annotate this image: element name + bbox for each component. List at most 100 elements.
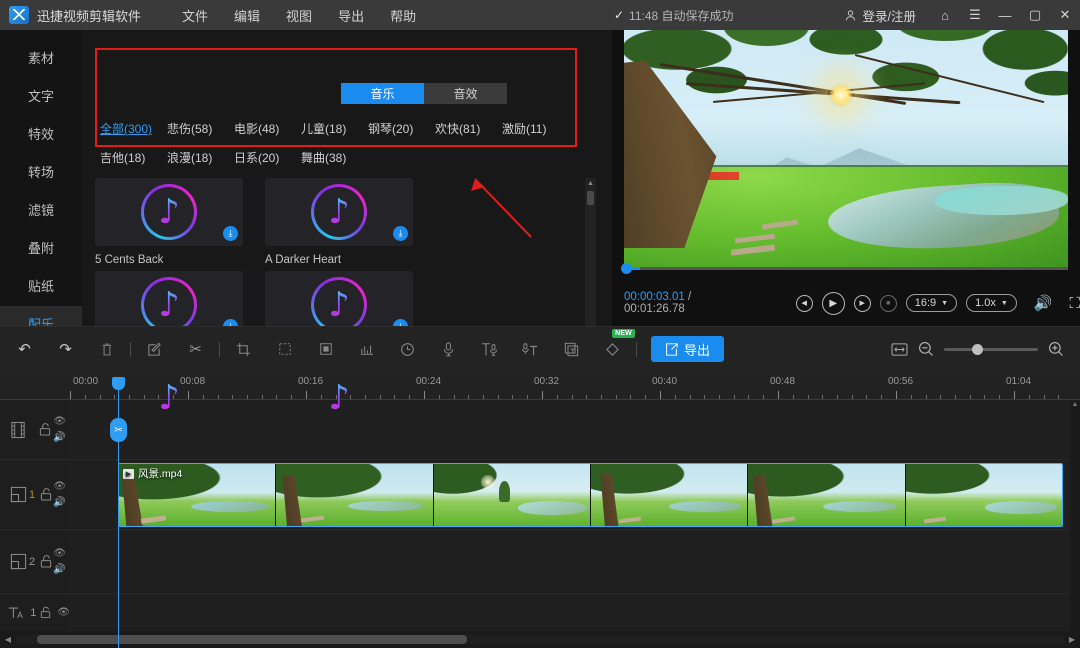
track-header-overlay-2[interactable]: 2 👁 🔊	[0, 530, 70, 593]
sidebar-item-filters[interactable]: 滤镜	[0, 192, 82, 226]
scrollbar-thumb[interactable]	[587, 191, 594, 205]
menu-file[interactable]: 文件	[169, 2, 221, 29]
minimize-button[interactable]: —	[990, 0, 1020, 30]
picture-in-picture-button[interactable]	[314, 338, 337, 361]
music-thumbnail[interactable]: ♪ ⤓	[265, 178, 413, 246]
category-happy[interactable]: 欢快(81)	[435, 120, 502, 137]
track-lane[interactable]: ▶ 风景.mp4	[70, 460, 1080, 529]
timeline-track-row[interactable]: 1 👁 🔊 ▶ 风景.mp4	[0, 460, 1080, 530]
category-sad[interactable]: 悲伤(58)	[167, 120, 234, 137]
fullscreen-icon[interactable]: ⛶	[1069, 295, 1080, 312]
scroll-up-icon[interactable]: ▲	[1070, 401, 1080, 408]
play-button[interactable]: ▶	[822, 292, 845, 315]
audio-mute-icon[interactable]: 🔊	[53, 497, 66, 508]
unlock-icon[interactable]	[39, 423, 51, 436]
fit-to-window-icon[interactable]	[891, 342, 908, 357]
sidebar-item-effects[interactable]: 特效	[0, 116, 82, 150]
timeline-track-row[interactable]: 2 👁 🔊	[0, 530, 1080, 594]
close-button[interactable]: ✕	[1050, 0, 1080, 30]
preview-seekbar[interactable]	[624, 267, 1068, 270]
zoom-out-icon[interactable]	[918, 341, 934, 357]
playback-speed-dropdown[interactable]: 1.0x ▼	[966, 294, 1017, 312]
redo-button[interactable]: ↷	[54, 338, 77, 361]
music-thumbnail[interactable]: ♪ ⤓	[95, 178, 243, 246]
music-card[interactable]: ♪ ⤓ 5 Cents Back	[95, 178, 265, 271]
maximize-button[interactable]: ▢	[1020, 0, 1050, 30]
scroll-up-icon[interactable]: ▲	[587, 178, 594, 189]
unlock-icon[interactable]	[40, 555, 52, 568]
track-header-text-1[interactable]: 1 👁	[0, 594, 70, 631]
audio-levels-button[interactable]	[355, 338, 378, 361]
zoom-slider-handle[interactable]	[972, 344, 983, 355]
video-preview[interactable]	[624, 30, 1068, 267]
unlock-icon[interactable]	[40, 488, 52, 501]
sidebar-item-text[interactable]: 文字	[0, 78, 82, 112]
zoom-in-icon[interactable]	[1048, 341, 1064, 357]
menu-view[interactable]: 视图	[273, 2, 325, 29]
record-voice-button[interactable]	[437, 338, 460, 361]
video-clip[interactable]: ▶ 风景.mp4	[118, 463, 1063, 527]
visibility-icon[interactable]: 👁	[53, 416, 66, 427]
menu-export[interactable]: 导出	[325, 2, 377, 29]
category-japanese[interactable]: 日系(20)	[234, 149, 301, 166]
mask-button[interactable]	[273, 338, 296, 361]
timeline-vertical-scrollbar[interactable]: ▲	[1070, 401, 1080, 631]
playhead-handle[interactable]	[112, 377, 125, 390]
home-button[interactable]: ⌂	[930, 0, 960, 30]
category-inspiring[interactable]: 激励(11)	[502, 120, 569, 137]
music-card[interactable]: ♪ ⤓ A Darker Heart	[265, 178, 435, 271]
category-guitar[interactable]: 吉他(18)	[100, 149, 167, 166]
aspect-ratio-dropdown[interactable]: 16:9 ▼	[906, 294, 957, 312]
track-header-main-video[interactable]: 👁 🔊	[0, 400, 70, 459]
scroll-right-icon[interactable]: ▶	[1064, 635, 1080, 644]
sidebar-item-transitions[interactable]: 转场	[0, 154, 82, 188]
speech-to-text-button[interactable]	[519, 338, 542, 361]
menu-help[interactable]: 帮助	[377, 2, 429, 29]
download-icon[interactable]: ⤓	[393, 226, 408, 241]
category-cinematic[interactable]: 电影(48)	[234, 120, 301, 137]
category-all[interactable]: 全部(300)	[100, 120, 167, 137]
visibility-icon[interactable]: 👁	[53, 548, 66, 559]
audio-mute-icon[interactable]: 🔊	[53, 432, 66, 443]
login-register-button[interactable]: 登录/注册	[844, 6, 916, 25]
category-romantic[interactable]: 浪漫(18)	[167, 149, 234, 166]
scrollbar-track[interactable]	[585, 189, 596, 345]
playhead-split-button[interactable]: ✂	[110, 418, 127, 442]
edit-button[interactable]	[143, 338, 166, 361]
tab-sound-effects[interactable]: 音效	[424, 83, 507, 104]
batch-text-button[interactable]	[560, 338, 583, 361]
scrollbar-track[interactable]	[16, 635, 1064, 644]
category-dance[interactable]: 舞曲(38)	[301, 149, 368, 166]
next-frame-button[interactable]: ▶	[854, 295, 871, 312]
menu-edit[interactable]: 编辑	[221, 2, 273, 29]
scroll-left-icon[interactable]: ◀	[0, 635, 16, 644]
sidebar-item-stickers[interactable]: 贴纸	[0, 268, 82, 302]
track-lane[interactable]	[70, 530, 1080, 593]
tab-music[interactable]: 音乐	[341, 83, 424, 104]
track-lane[interactable]	[70, 400, 1080, 459]
timeline-horizontal-scrollbar[interactable]: ◀ ▶	[0, 631, 1080, 648]
audio-mute-icon[interactable]: 🔊	[53, 564, 66, 575]
seekbar-handle[interactable]	[621, 263, 632, 274]
playhead[interactable]: ✂	[118, 386, 119, 648]
category-kids[interactable]: 儿童(18)	[301, 120, 368, 137]
prev-frame-button[interactable]: ◀	[796, 295, 813, 312]
visibility-icon[interactable]: 👁	[57, 607, 70, 618]
undo-button[interactable]: ↶	[13, 338, 36, 361]
menu-button[interactable]: ☰	[960, 0, 990, 30]
export-button[interactable]: 导出	[651, 336, 724, 362]
delete-button[interactable]	[95, 338, 118, 361]
crop-button[interactable]	[232, 338, 255, 361]
zoom-slider[interactable]	[944, 348, 1038, 351]
track-lane[interactable]	[70, 594, 1080, 631]
visibility-icon[interactable]: 👁	[53, 481, 66, 492]
split-button[interactable]: ✂	[184, 338, 207, 361]
track-header-overlay-1[interactable]: 1 👁 🔊	[0, 460, 70, 529]
volume-icon[interactable]: 🔊	[1034, 294, 1053, 312]
category-piano[interactable]: 钢琴(20)	[368, 120, 435, 137]
scrollbar-thumb[interactable]	[37, 635, 467, 644]
text-to-speech-button[interactable]	[478, 338, 501, 361]
sidebar-item-media[interactable]: 素材	[0, 40, 82, 74]
download-icon[interactable]: ⤓	[223, 226, 238, 241]
duration-button[interactable]	[396, 338, 419, 361]
